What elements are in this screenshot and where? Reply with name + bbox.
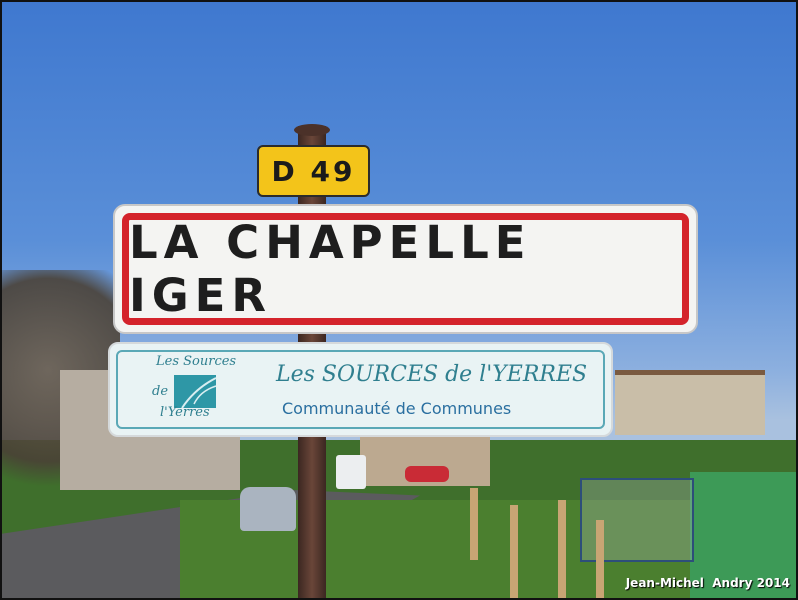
tree-stake xyxy=(470,488,478,560)
town-name-sign-border: LA CHAPELLE IGER xyxy=(122,213,689,325)
photo-credit: Jean-Michel Andry 2014 xyxy=(625,576,790,590)
town-name-sign: LA CHAPELLE IGER xyxy=(113,204,698,334)
logo-text-line1: Les Sources xyxy=(156,354,237,369)
house-right xyxy=(615,375,765,435)
tree-stake xyxy=(596,520,604,600)
photo: D 49 LA CHAPELLE IGER Les Sources de l'Y… xyxy=(0,0,798,600)
route-plate: D 49 xyxy=(257,145,370,197)
van xyxy=(336,455,366,489)
community-subtitle: Communauté de Communes xyxy=(282,399,512,418)
town-name: LA CHAPELLE IGER xyxy=(129,216,532,322)
logo-text-line2: de xyxy=(152,384,169,399)
pole-cap xyxy=(294,124,330,136)
red-car xyxy=(405,466,449,482)
tree-stake xyxy=(510,505,518,600)
community-sign: Les Sources de l'Yerres Les SOURCES de l… xyxy=(108,342,613,437)
community-title: Les SOURCES de l'YERRES xyxy=(276,362,588,387)
tree-stake xyxy=(558,500,566,600)
car xyxy=(240,487,296,531)
logo-text-line3: l'Yerres xyxy=(160,405,210,420)
